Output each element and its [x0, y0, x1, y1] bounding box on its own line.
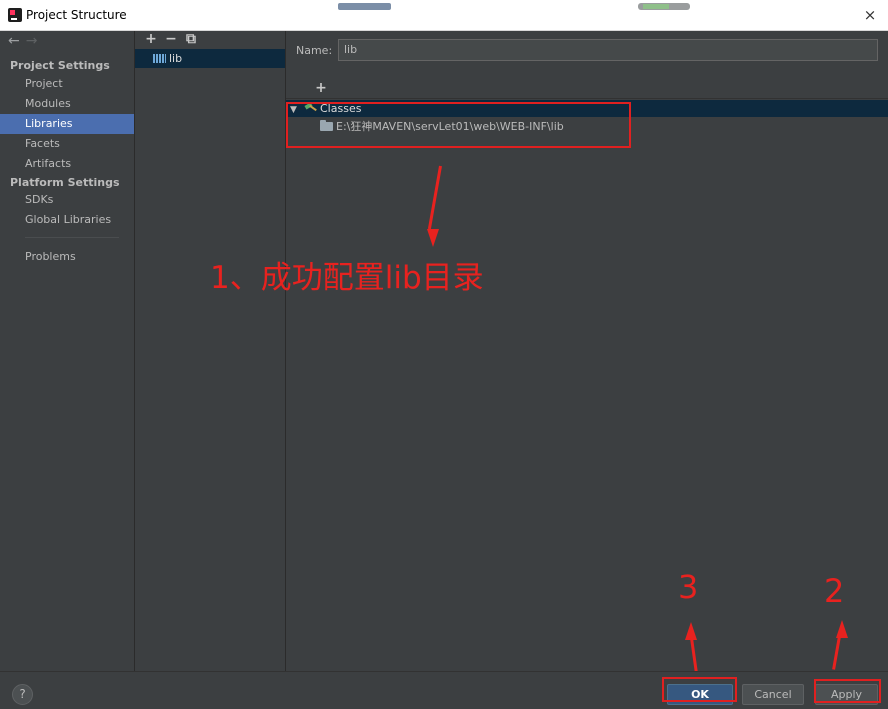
library-name: lib — [169, 52, 183, 65]
taskbar-thumbnail — [638, 3, 690, 10]
copy-icon[interactable]: ⧉ — [181, 31, 201, 47]
cancel-button[interactable]: Cancel — [742, 684, 804, 705]
section-project-settings: Project Settings — [10, 59, 110, 72]
help-button[interactable]: ? — [12, 684, 33, 705]
divider — [25, 237, 119, 238]
back-arrow-icon[interactable]: ← — [8, 33, 26, 49]
dialog-button-bar: ? OK Cancel Apply — [0, 671, 888, 709]
nav-item-problems[interactable]: Problems — [0, 247, 134, 267]
nav-item-libraries[interactable]: Libraries — [0, 114, 134, 134]
annotation-note: 1、成功配置lib目录 — [210, 260, 484, 296]
taskbar-thumbnail — [338, 3, 391, 10]
classes-tree: ▼ Classes E:\狂神MAVEN\servLet01\web\WEB-IN… — [286, 98, 888, 671]
annotation-arrowhead — [427, 229, 439, 247]
annotation-box-classes — [286, 102, 631, 148]
annotation-box-apply — [814, 679, 881, 703]
nav-item-facets[interactable]: Facets — [0, 134, 134, 154]
forward-arrow-icon[interactable]: → — [26, 33, 44, 49]
library-toolbar: + − ⧉ — [141, 31, 201, 47]
annotation-number-3: 3 — [678, 568, 699, 606]
annotation-number-2: 2 — [824, 572, 845, 610]
close-icon[interactable]: × — [860, 5, 880, 25]
nav-item-project[interactable]: Project — [0, 74, 134, 94]
remove-icon[interactable]: − — [161, 31, 181, 47]
window-title: Project Structure — [26, 8, 127, 22]
library-icon — [153, 54, 166, 63]
library-list-panel: + − ⧉ lib — [135, 31, 286, 671]
app-icon — [8, 8, 22, 22]
add-icon[interactable]: + — [141, 31, 161, 47]
title-bar: Project Structure × — [0, 0, 888, 31]
history-arrows: ←→ — [8, 33, 43, 49]
nav-item-sdks[interactable]: SDKs — [0, 190, 134, 210]
annotation-box-ok — [662, 677, 737, 702]
section-platform-settings: Platform Settings — [10, 176, 120, 189]
name-label: Name: — [296, 44, 333, 57]
list-item[interactable]: lib — [135, 49, 285, 68]
settings-nav: ←→ Project Settings Project Modules Libr… — [0, 31, 135, 671]
add-jar-plus: + — [315, 80, 327, 96]
name-field[interactable]: lib — [338, 39, 878, 61]
nav-item-modules[interactable]: Modules — [0, 94, 134, 114]
nav-item-global-libraries[interactable]: Global Libraries — [0, 210, 134, 230]
nav-item-artifacts[interactable]: Artifacts — [0, 154, 134, 174]
